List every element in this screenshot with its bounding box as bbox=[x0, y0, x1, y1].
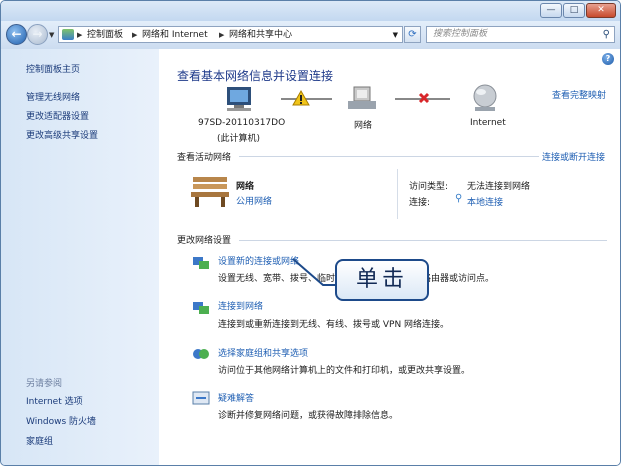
refresh-button[interactable]: ⟳ bbox=[404, 26, 421, 43]
window-controls: — □ ✕ bbox=[540, 3, 616, 18]
see-also-heading: 另请参阅 bbox=[26, 379, 63, 389]
access-type-label: 访问类型: bbox=[409, 182, 449, 192]
sidebar-item-manage-wireless[interactable]: 管理无线网络 bbox=[26, 90, 80, 103]
connection-label: 连接: bbox=[409, 198, 431, 208]
task-homegroup-link[interactable]: 选择家庭组和共享选项 bbox=[218, 346, 308, 359]
close-icon: ✕ bbox=[597, 5, 605, 15]
address-bar: ← → ▼ ▶ 控制面板 ▶ 网络和 Internet ▶ 网络和共享中心 ▼ … bbox=[1, 21, 620, 49]
troubleshoot-icon bbox=[192, 391, 210, 405]
task-setup-connection-link[interactable]: 设置新的连接或网络 bbox=[218, 254, 299, 267]
chevron-right-icon[interactable]: ▶ bbox=[219, 28, 224, 42]
minimize-button[interactable]: — bbox=[540, 3, 562, 18]
see-full-map-link[interactable]: 查看完整映射 bbox=[552, 88, 606, 101]
chevron-right-icon[interactable]: ▶ bbox=[77, 28, 82, 42]
internet-node-label: Internet bbox=[470, 118, 506, 128]
connect-network-icon bbox=[193, 302, 209, 314]
sidebar-item-adapter-settings[interactable]: 更改适配器设置 bbox=[26, 109, 89, 122]
minimize-icon: — bbox=[546, 5, 556, 15]
access-type-value: 无法连接到网络 bbox=[467, 182, 531, 192]
callout-text: 单击 bbox=[355, 267, 408, 292]
connect-disconnect-link[interactable]: 连接或断开连接 bbox=[542, 150, 605, 163]
title-bar: — □ ✕ bbox=[1, 1, 620, 21]
new-connection-icon bbox=[193, 257, 209, 269]
callout-pointer bbox=[292, 258, 337, 286]
chevron-down-icon[interactable]: ▼ bbox=[393, 28, 398, 42]
divider bbox=[397, 169, 398, 219]
active-networks-heading: 查看活动网络 bbox=[177, 153, 232, 163]
breadcrumb-network-internet[interactable]: 网络和 Internet bbox=[142, 28, 208, 42]
breadcrumb-network-sharing-center[interactable]: 网络和共享中心 bbox=[229, 28, 292, 42]
network-node-label: 网络 bbox=[354, 121, 373, 131]
back-button[interactable]: ← bbox=[6, 24, 27, 45]
help-icon[interactable]: ? bbox=[602, 53, 614, 65]
window: — □ ✕ ← → ▼ ▶ 控制面板 ▶ 网络和 Internet ▶ 网络和共… bbox=[0, 0, 621, 466]
recent-pages-dropdown-icon[interactable]: ▼ bbox=[49, 31, 54, 39]
change-settings-heading: 更改网络设置 bbox=[177, 236, 232, 246]
computer-subtitle: (此计算机) bbox=[217, 134, 261, 144]
sidebar-item-advanced-sharing[interactable]: 更改高级共享设置 bbox=[26, 128, 98, 141]
active-network-name: 网络 bbox=[236, 182, 255, 192]
internet-globe-icon bbox=[473, 84, 497, 111]
task-connect-network-link[interactable]: 连接到网络 bbox=[218, 299, 263, 312]
maximize-button[interactable]: □ bbox=[563, 3, 585, 18]
sidebar: 控制面板主页 管理无线网络 更改适配器设置 更改高级共享设置 另请参阅 Inte… bbox=[1, 49, 159, 465]
chevron-right-icon[interactable]: ▶ bbox=[132, 28, 137, 42]
search-icon[interactable]: ⚲ bbox=[603, 27, 610, 42]
breadcrumb-control-panel[interactable]: 控制面板 bbox=[87, 28, 123, 42]
ethernet-icon: ⚲ bbox=[455, 193, 463, 204]
search-box[interactable]: 搜索控制面板 ⚲ bbox=[426, 26, 615, 43]
sidebar-item-internet-options[interactable]: Internet 选项 bbox=[26, 394, 83, 407]
control-panel-icon bbox=[62, 29, 74, 40]
task-troubleshoot-link[interactable]: 疑难解答 bbox=[218, 391, 254, 404]
divider bbox=[239, 156, 539, 157]
task-connect-network-desc: 连接到或重新连接到无线、有线、拨号或 VPN 网络连接。 bbox=[218, 320, 450, 330]
network-node-icon bbox=[348, 86, 376, 109]
back-arrow-icon: ← bbox=[11, 27, 22, 41]
bench-icon bbox=[191, 177, 229, 207]
computer-icon bbox=[227, 87, 251, 111]
forward-button[interactable]: → bbox=[27, 24, 48, 45]
sidebar-item-control-panel-home[interactable]: 控制面板主页 bbox=[26, 62, 80, 75]
computer-name: 97SD-20110317DO bbox=[198, 118, 286, 128]
network-map bbox=[227, 84, 497, 111]
breadcrumb[interactable]: ▶ 控制面板 ▶ 网络和 Internet ▶ 网络和共享中心 ▼ bbox=[58, 26, 403, 43]
page-title: 查看基本网络信息并设置连接 bbox=[177, 69, 334, 83]
homegroup-icon bbox=[193, 349, 209, 359]
main-content: ? 查看基本网络信息并设置连接 查看完整映射 97SD-20110317DO (… bbox=[159, 49, 620, 465]
network-type-link[interactable]: 公用网络 bbox=[236, 194, 272, 207]
divider bbox=[239, 240, 607, 241]
maximize-icon: □ bbox=[569, 5, 579, 15]
forward-arrow-icon: → bbox=[32, 27, 43, 41]
close-button[interactable]: ✕ bbox=[586, 3, 616, 18]
search-input[interactable]: 搜索控制面板 bbox=[433, 27, 487, 42]
task-troubleshoot-desc: 诊断并修复网络问题，或获得故障排除信息。 bbox=[218, 411, 399, 421]
task-homegroup-desc: 访问位于其他网络计算机上的文件和打印机，或更改共享设置。 bbox=[218, 366, 471, 376]
sidebar-item-windows-firewall[interactable]: Windows 防火墙 bbox=[26, 414, 96, 427]
refresh-icon: ⟳ bbox=[408, 29, 417, 40]
callout-bubble: 单击 bbox=[335, 259, 429, 301]
sidebar-item-homegroup[interactable]: 家庭组 bbox=[26, 434, 53, 447]
local-connection-link[interactable]: 本地连接 bbox=[467, 195, 503, 208]
